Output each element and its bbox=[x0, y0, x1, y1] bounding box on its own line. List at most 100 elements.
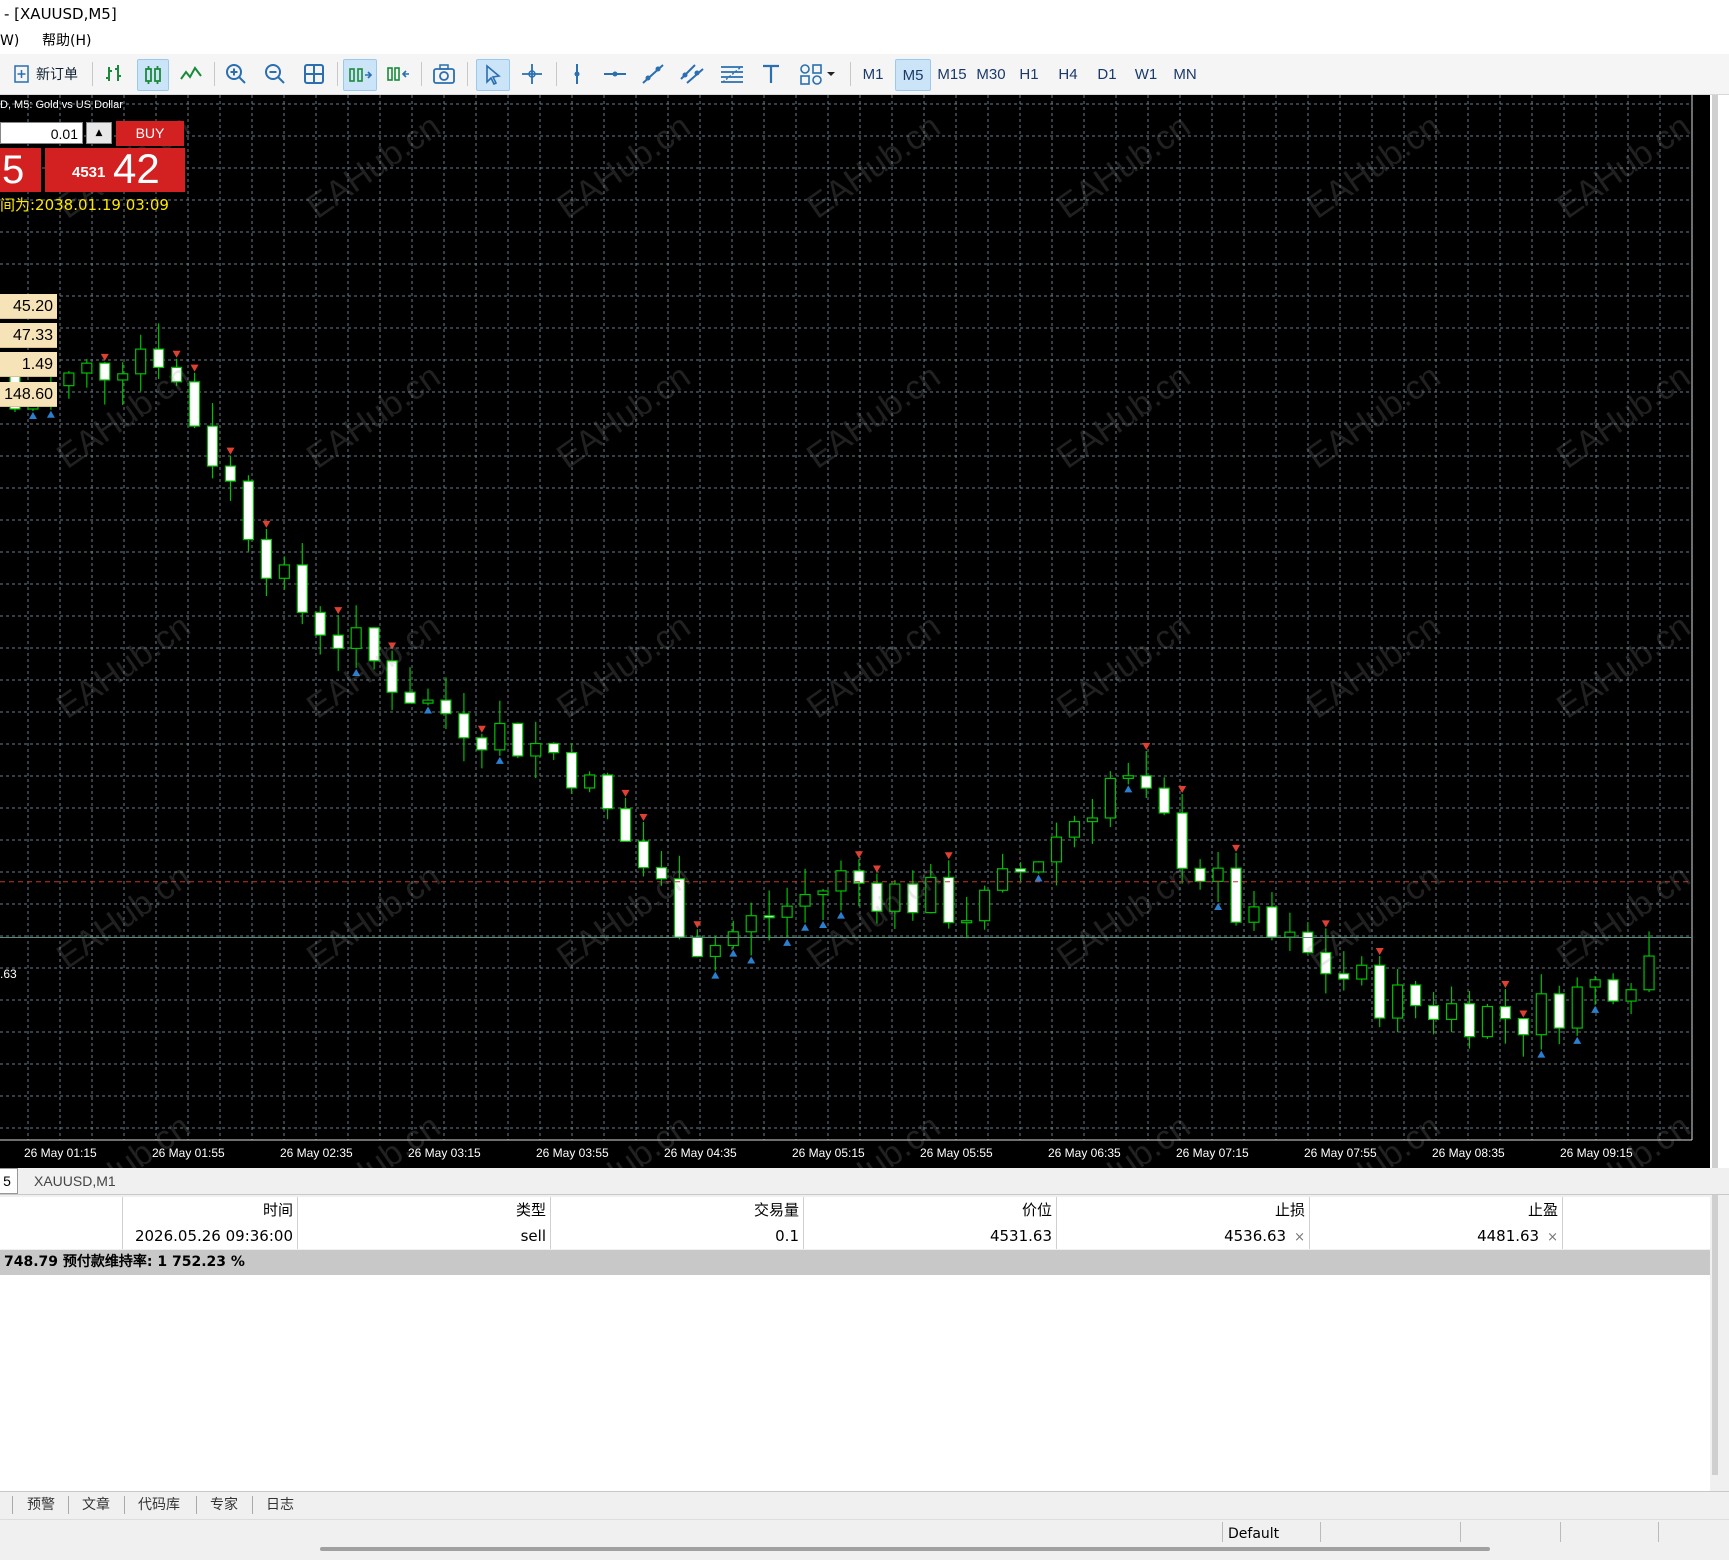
shapes-icon bbox=[800, 64, 835, 85]
tab-journal[interactable]: 日志 bbox=[266, 1492, 294, 1518]
watermark-text: EAHub.cn bbox=[550, 607, 698, 727]
col-tp[interactable]: 止盈 bbox=[1310, 1197, 1563, 1223]
chart-shift-button[interactable] bbox=[382, 59, 414, 89]
timeframe-m15[interactable]: M15 bbox=[935, 59, 969, 89]
tab-articles[interactable]: 文章 bbox=[82, 1492, 110, 1518]
timeframe-m5[interactable]: M5 bbox=[895, 59, 931, 91]
menu-item-help[interactable]: 帮助(H) bbox=[42, 28, 91, 54]
watermark-text: EAHub.cn bbox=[300, 607, 448, 727]
timeframe-h4[interactable]: H4 bbox=[1053, 59, 1083, 89]
vertical-scrollbar[interactable] bbox=[1712, 95, 1718, 1475]
col-volume[interactable]: 交易量 bbox=[551, 1197, 804, 1223]
timeframe-w1[interactable]: W1 bbox=[1131, 59, 1161, 89]
crosshair-button[interactable] bbox=[516, 59, 548, 89]
sell-price-button[interactable]: 5 bbox=[0, 148, 41, 192]
trendline-button[interactable] bbox=[638, 59, 668, 89]
timeframe-d1[interactable]: D1 bbox=[1092, 59, 1122, 89]
bar-chart-icon bbox=[106, 65, 121, 81]
watermark-text: EAHub.cn bbox=[300, 357, 448, 477]
buy-button[interactable]: BUY bbox=[116, 121, 184, 146]
vertical-line-button[interactable] bbox=[562, 59, 592, 89]
shapes-dropdown-button[interactable] bbox=[794, 59, 844, 89]
tab-code-base[interactable]: 代码库 bbox=[138, 1492, 180, 1518]
title-bar: - [XAUUSD,M5] bbox=[0, 0, 1729, 28]
expiry-text: 间为:2038.01.19 03:09 bbox=[0, 196, 169, 214]
menu-bar: W) 帮助(H) bbox=[0, 28, 1729, 54]
info-box-1: 45.20 bbox=[0, 294, 57, 319]
new-order-icon bbox=[14, 65, 29, 83]
watermark-text: EAHub.cn bbox=[50, 857, 198, 977]
status-bar: Default bbox=[0, 1519, 1729, 1560]
horizontal-line-button[interactable] bbox=[600, 59, 630, 89]
text-icon bbox=[763, 64, 779, 83]
zoom-in-icon bbox=[226, 64, 246, 84]
watermark-text: EAHub.cn bbox=[1550, 607, 1698, 727]
terminal-tabs: 预警 文章 代码库 专家 日志 bbox=[0, 1491, 1729, 1519]
watermark-text: EAHub.cn bbox=[50, 1107, 198, 1168]
buy-price-small: 4531 bbox=[72, 164, 106, 181]
watermark-text: EAHub.cn bbox=[1550, 857, 1698, 977]
watermark-text: EAHub.cn bbox=[550, 357, 698, 477]
window-title: - [XAUUSD,M5] bbox=[4, 5, 117, 23]
chart-shift-icon bbox=[387, 67, 409, 81]
col-type[interactable]: 类型 bbox=[298, 1197, 551, 1223]
tab-experts[interactable]: 专家 bbox=[210, 1492, 238, 1518]
col-time[interactable]: 时间 bbox=[123, 1197, 298, 1223]
cell-tp[interactable]: 4481.63 × bbox=[1310, 1223, 1563, 1249]
cursor-button[interactable] bbox=[476, 59, 510, 91]
tile-windows-button[interactable] bbox=[298, 59, 330, 89]
col-sl[interactable]: 止损 bbox=[1057, 1197, 1310, 1223]
candlestick-button[interactable] bbox=[137, 59, 169, 91]
timeframe-mn[interactable]: MN bbox=[1169, 59, 1201, 89]
tab-xauusd-m1[interactable]: XAUUSD,M1 bbox=[34, 1168, 116, 1194]
cell-type: sell bbox=[298, 1223, 551, 1249]
remove-tp-icon[interactable]: × bbox=[1547, 1230, 1558, 1245]
buy-price-button[interactable]: 4531 42 bbox=[45, 145, 185, 192]
cell-time: 2026.05.26 09:36:00 bbox=[123, 1223, 298, 1249]
auto-scroll-button[interactable] bbox=[343, 59, 377, 91]
line-chart-button[interactable] bbox=[176, 59, 206, 89]
new-order-label: 新订单 bbox=[36, 67, 78, 83]
new-order-button[interactable]: 新订单 bbox=[6, 59, 84, 89]
table-row[interactable]: 2026.05.26 09:36:00 sell 0.1 4531.63 453… bbox=[0, 1223, 1710, 1249]
channel-button[interactable] bbox=[677, 59, 707, 89]
price-chart[interactable]: 26 May 01:15 26 May 01:55 26 May 02:35 26 M… bbox=[0, 95, 1710, 1168]
tab-current-chart[interactable]: 5 bbox=[0, 1168, 18, 1194]
tp-value: 4481.63 bbox=[1477, 1227, 1540, 1245]
timeframe-h1[interactable]: H1 bbox=[1014, 59, 1044, 89]
watermark-text: EAHub.cn bbox=[50, 357, 198, 477]
watermark-text: EAHub.cn bbox=[800, 607, 948, 727]
crosshair-icon bbox=[522, 64, 542, 84]
tab-alerts[interactable]: 预警 bbox=[27, 1492, 55, 1518]
lot-spin-button[interactable]: ▲ bbox=[86, 122, 112, 144]
cell-sl[interactable]: 4536.63 × bbox=[1057, 1223, 1310, 1249]
watermark-text: EAHub.cn bbox=[1300, 607, 1448, 727]
text-button[interactable] bbox=[756, 59, 786, 89]
candlestick-icon bbox=[145, 66, 161, 84]
toolbar: 新订单 M1 M5 M15 M30 H1 H4 D1 W1 MN bbox=[0, 54, 1729, 95]
terminal-blank-area bbox=[0, 1275, 1710, 1491]
timeframe-m1[interactable]: M1 bbox=[858, 59, 888, 89]
price-line-label: .63 bbox=[0, 967, 17, 981]
remove-sl-icon[interactable]: × bbox=[1294, 1230, 1305, 1245]
zoom-in-button[interactable] bbox=[220, 59, 252, 89]
watermark-text: EAHub.cn bbox=[1550, 357, 1698, 477]
bar-chart-button[interactable] bbox=[100, 59, 130, 89]
info-box-2: 47.33 bbox=[0, 323, 57, 348]
fibonacci-button[interactable] bbox=[716, 59, 748, 89]
col-price[interactable]: 价位 bbox=[804, 1197, 1057, 1223]
horizontal-scrollbar[interactable] bbox=[320, 1547, 1490, 1551]
lot-size-input[interactable]: 0.01 bbox=[0, 122, 83, 144]
menu-item-window[interactable]: W) bbox=[0, 28, 19, 54]
horizontal-line-icon bbox=[604, 71, 626, 77]
trade-table-header: 时间 类型 交易量 价位 止损 止盈 bbox=[0, 1197, 1710, 1223]
watermark-text: EAHub.cn bbox=[550, 1107, 698, 1168]
watermark-text: EAHub.cn bbox=[1550, 1107, 1698, 1168]
watermark-text: EAHub.cn bbox=[1300, 357, 1448, 477]
watermark-text: EAHub.cn bbox=[1050, 857, 1198, 977]
account-summary: 748.79 预付款维持率: 1 752.23 % bbox=[0, 1250, 1710, 1275]
timeframe-m30[interactable]: M30 bbox=[974, 59, 1008, 89]
screenshot-button[interactable] bbox=[428, 59, 460, 89]
chart-tabs: 5 XAUUSD,M1 bbox=[0, 1168, 1729, 1195]
zoom-out-button[interactable] bbox=[259, 59, 291, 89]
